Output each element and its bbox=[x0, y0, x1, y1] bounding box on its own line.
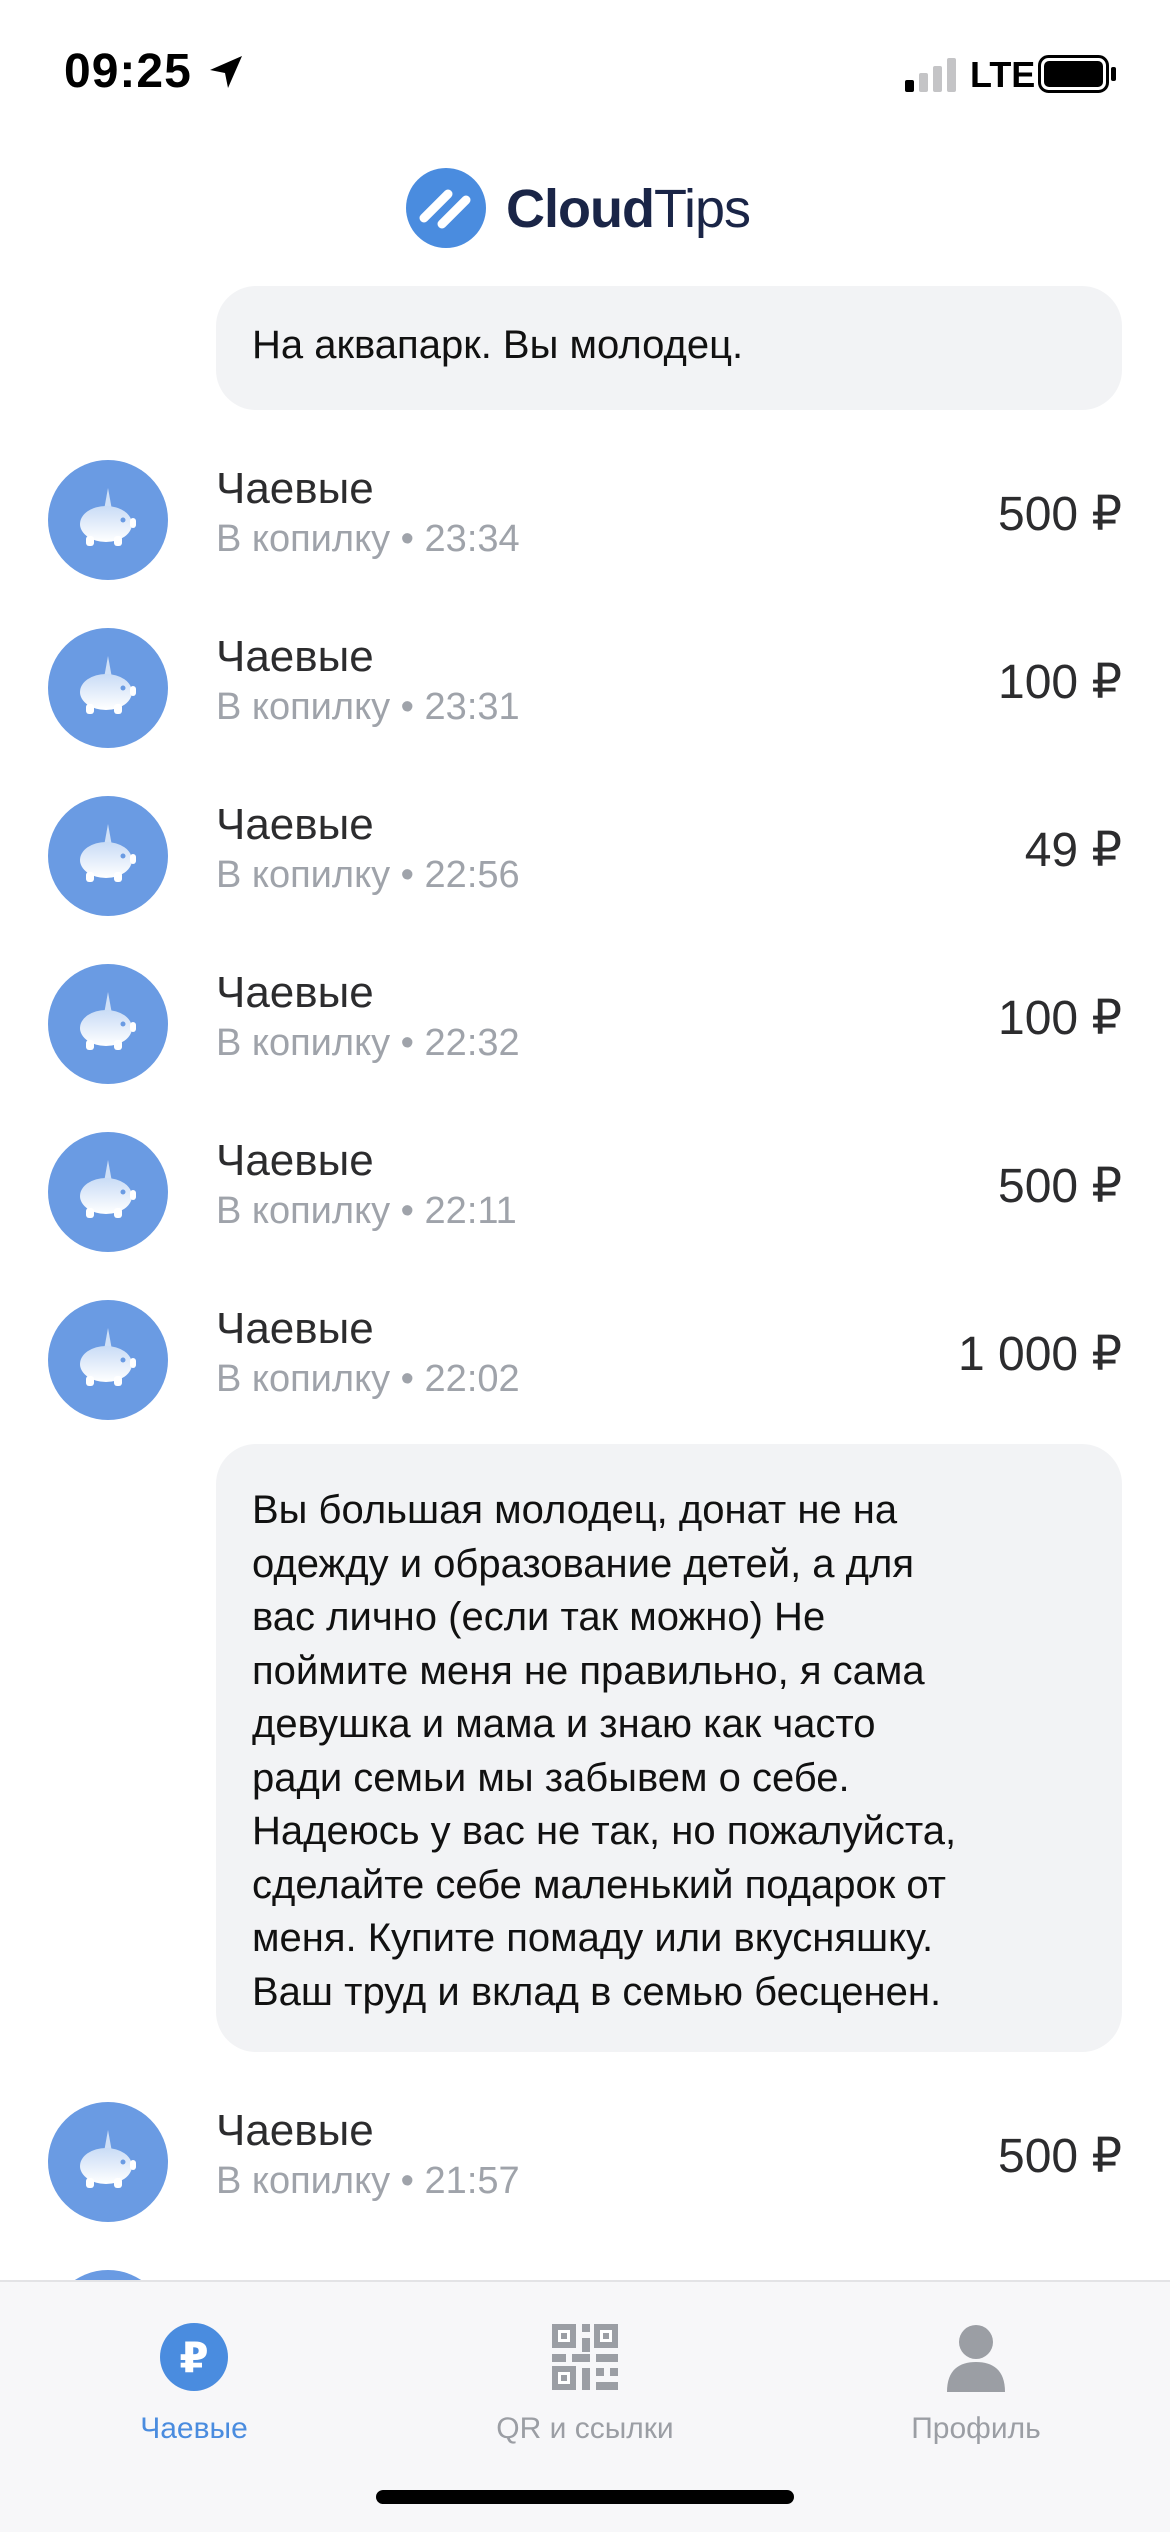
message-bubble: Вы большая молодец, донат не на одежду и… bbox=[216, 1444, 1122, 2052]
piggy-bank-icon bbox=[48, 2102, 168, 2222]
piggy-bank-icon bbox=[48, 628, 168, 748]
transaction-subtitle: В копилку • 22:11 bbox=[216, 1190, 517, 1232]
piggy-bank-glyph bbox=[80, 656, 136, 714]
message-line: Надеюсь у вас не так, но пожалуйста, bbox=[252, 1809, 957, 1853]
transaction-subtitle: В копилку • 23:34 bbox=[216, 518, 520, 560]
qr-code-icon bbox=[552, 2324, 618, 2390]
home-indicator[interactable] bbox=[376, 2490, 794, 2504]
transaction-amount: 100 ₽ bbox=[998, 992, 1122, 1045]
message-line: одежду и образование детей, а для bbox=[252, 1541, 914, 1586]
transaction-subtitle: В копилку • 22:56 bbox=[216, 854, 520, 896]
transaction-subtitle: В копилку • 22:02 bbox=[216, 1358, 520, 1400]
tab-label: QR и ссылки bbox=[496, 2412, 674, 2445]
piggy-bank-glyph bbox=[80, 488, 136, 546]
piggy-bank-icon bbox=[48, 460, 168, 580]
transaction-row[interactable]: Чаевые В копилку • 21:57 500 ₽ bbox=[0, 2100, 1170, 2224]
transaction-title: Чаевые bbox=[216, 968, 374, 1017]
transaction-destination: В копилку bbox=[216, 518, 391, 560]
piggy-bank-glyph bbox=[80, 1160, 136, 1218]
transaction-title: Чаевые bbox=[216, 464, 374, 513]
svg-text:₽: ₽ bbox=[179, 2333, 208, 2382]
message-line: девушка и мама и знаю как часто bbox=[252, 1702, 876, 1746]
piggy-bank-glyph bbox=[80, 2130, 136, 2188]
message-line: поймите меня не правильно, я сама bbox=[252, 1648, 925, 1693]
transaction-title: Чаевые bbox=[216, 632, 374, 681]
transaction-amount: 1 000 ₽ bbox=[958, 1328, 1122, 1381]
transaction-destination: В копилку bbox=[216, 1190, 391, 1232]
piggy-bank-icon bbox=[48, 964, 168, 1084]
transaction-time: 21:57 bbox=[424, 2160, 520, 2202]
transaction-time: 23:31 bbox=[424, 686, 520, 728]
transaction-destination: В копилку bbox=[216, 1358, 391, 1400]
tab-qr-links[interactable]: QR и ссылки bbox=[435, 2302, 735, 2445]
tab-profile[interactable]: Профиль bbox=[826, 2302, 1126, 2445]
message-line: Ваш труд и вклад в семью бесценен. bbox=[252, 1969, 942, 2014]
transaction-destination: В копилку bbox=[216, 854, 391, 896]
transaction-time: 22:11 bbox=[424, 1190, 517, 1232]
message-line: сделайте себе маленький подарок от bbox=[252, 1862, 947, 1907]
transaction-amount: 49 ₽ bbox=[1024, 824, 1122, 877]
piggy-bank-icon bbox=[48, 1132, 168, 1252]
transaction-amount: 100 ₽ bbox=[998, 656, 1122, 709]
piggy-bank-icon bbox=[48, 1300, 168, 1420]
message-line: вас лично (если так можно) Не bbox=[252, 1595, 826, 1639]
transaction-row[interactable]: Чаевые В копилку • 23:34 500 ₽ bbox=[0, 458, 1170, 582]
tab-label: Чаевые bbox=[140, 2412, 248, 2445]
ruble-icon: ₽ bbox=[160, 2323, 228, 2391]
transaction-row[interactable]: Чаевые В копилку • 22:56 49 ₽ bbox=[0, 794, 1170, 918]
piggy-bank-glyph bbox=[80, 992, 136, 1050]
transaction-amount: 500 ₽ bbox=[998, 2130, 1122, 2183]
message-line: меня. Купите помаду или вкусняшку. bbox=[252, 1916, 934, 1960]
transaction-destination: В копилку bbox=[216, 2160, 391, 2202]
profile-icon bbox=[947, 2325, 1005, 2392]
transaction-subtitle: В копилку • 21:57 bbox=[216, 2160, 520, 2202]
transaction-destination: В копилку bbox=[216, 686, 391, 728]
transaction-row-partial[interactable] bbox=[0, 2268, 1170, 2280]
transaction-time: 22:02 bbox=[424, 1358, 520, 1400]
transaction-title: Чаевые bbox=[216, 2106, 374, 2155]
piggy-bank-glyph bbox=[80, 824, 136, 882]
transaction-title: Чаевые bbox=[216, 1304, 374, 1353]
transaction-title: Чаевые bbox=[216, 800, 374, 849]
transaction-subtitle: В копилку • 22:32 bbox=[216, 1022, 520, 1064]
message-line: ради семьи мы забывем о себе. bbox=[252, 1755, 850, 1800]
tab-label: Профиль bbox=[911, 2412, 1041, 2445]
transaction-destination: В копилку bbox=[216, 1022, 391, 1064]
transaction-time: 22:56 bbox=[424, 854, 520, 896]
message-text: На аквапарк. Вы молодец. bbox=[252, 323, 744, 367]
transaction-row[interactable]: Чаевые В копилку • 22:32 100 ₽ bbox=[0, 962, 1170, 1086]
message-line: Вы большая молодец, донат не на bbox=[252, 1488, 898, 1532]
transaction-amount: 500 ₽ bbox=[998, 488, 1122, 541]
transaction-row[interactable]: Чаевые В копилку • 22:02 1 000 ₽ bbox=[0, 1298, 1170, 1422]
transaction-title: Чаевые bbox=[216, 1136, 374, 1185]
transaction-row[interactable]: Чаевые В копилку • 23:31 100 ₽ bbox=[0, 626, 1170, 750]
transaction-time: 22:32 bbox=[424, 1022, 520, 1064]
piggy-bank-icon bbox=[48, 2270, 168, 2280]
piggy-bank-icon bbox=[48, 796, 168, 916]
message-bubble: На аквапарк. Вы молодец. bbox=[216, 286, 1122, 410]
transaction-subtitle: В копилку • 23:31 bbox=[216, 686, 520, 728]
tab-tips[interactable]: ₽ Чаевые bbox=[44, 2302, 344, 2445]
transaction-amount: 500 ₽ bbox=[998, 1160, 1122, 1213]
piggy-bank-glyph bbox=[80, 1328, 136, 1386]
transaction-row[interactable]: Чаевые В копилку • 22:11 500 ₽ bbox=[0, 1130, 1170, 1254]
tips-feed[interactable]: На аквапарк. Вы молодец. Чаевые В копилк… bbox=[0, 0, 1170, 2280]
transaction-time: 23:34 bbox=[424, 518, 520, 560]
